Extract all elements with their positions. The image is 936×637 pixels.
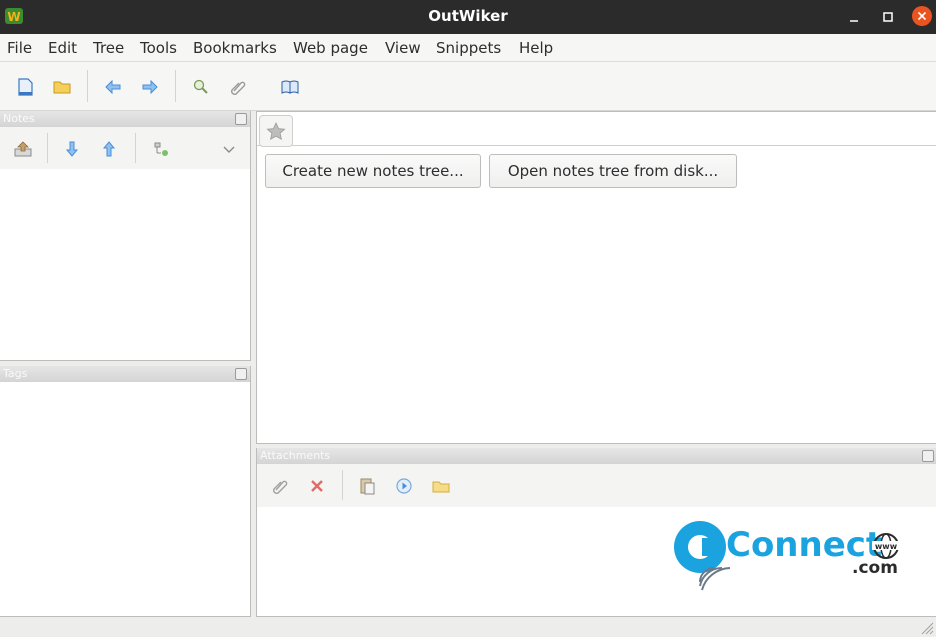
attachments-toolbar	[257, 464, 936, 507]
search-page-icon[interactable]	[191, 77, 211, 97]
main-toolbar	[0, 62, 936, 111]
tags-panel-title: Tags	[3, 367, 28, 380]
tags-panel: Tags	[0, 366, 251, 617]
star-icon	[266, 122, 286, 140]
menu-file[interactable]: File	[7, 39, 32, 57]
attachments-panel-close-icon[interactable]	[922, 450, 934, 462]
tree-add-icon[interactable]	[151, 139, 171, 159]
tags-panel-header: Tags	[0, 366, 250, 382]
move-up-icon[interactable]	[99, 139, 119, 159]
watermark-www: www	[875, 542, 898, 551]
execute-play-icon[interactable]	[394, 476, 414, 496]
paste-clipboard-icon[interactable]	[357, 476, 377, 496]
open-notes-tree-button[interactable]: Open notes tree from disk...	[489, 154, 737, 188]
minimize-icon[interactable]	[845, 8, 863, 26]
window-title: OutWiker	[428, 7, 508, 25]
tab-strip	[257, 112, 936, 147]
title-bar: W OutWiker	[0, 0, 936, 34]
menu-snippets[interactable]: Snippets	[436, 39, 501, 57]
toolbar-separator	[342, 470, 343, 500]
notes-panel-header: Notes	[0, 111, 250, 127]
tags-panel-close-icon[interactable]	[235, 368, 247, 380]
connect-watermark-logo: Connect www .com	[674, 521, 900, 591]
toolbar-separator	[135, 133, 136, 163]
move-down-icon[interactable]	[62, 139, 82, 159]
notes-panel-title: Notes	[3, 112, 35, 125]
forward-arrow-icon[interactable]	[140, 77, 160, 97]
bookmark-star-button[interactable]	[259, 115, 293, 147]
remove-x-icon[interactable]	[307, 476, 327, 496]
close-button[interactable]	[912, 6, 932, 26]
attachments-panel-header: Attachments	[257, 448, 936, 464]
menu-help[interactable]: Help	[519, 39, 553, 57]
attachments-panel-title: Attachments	[260, 449, 331, 462]
menu-edit[interactable]: Edit	[48, 39, 77, 57]
open-book-icon[interactable]	[280, 77, 300, 97]
attach-paperclip-icon[interactable]	[270, 476, 290, 496]
notes-panel-close-icon[interactable]	[235, 113, 247, 125]
menu-web-page[interactable]: Web page	[293, 39, 368, 57]
menu-tree[interactable]: Tree	[93, 39, 124, 57]
create-new-notes-tree-button[interactable]: Create new notes tree...	[265, 154, 481, 188]
menu-tools[interactable]: Tools	[140, 39, 177, 57]
attach-paperclip-icon[interactable]	[228, 77, 248, 97]
move-up-level-icon[interactable]	[13, 139, 33, 159]
watermark-suffix: .com	[852, 558, 898, 578]
menu-bookmarks[interactable]: Bookmarks	[193, 39, 277, 57]
editor-area: Create new notes tree... Open notes tree…	[256, 111, 936, 444]
maximize-icon[interactable]	[879, 8, 897, 26]
new-file-icon[interactable]	[15, 77, 35, 97]
toolbar-separator	[175, 70, 176, 102]
back-arrow-icon[interactable]	[103, 77, 123, 97]
status-bar	[0, 617, 936, 637]
menu-view[interactable]: View	[385, 39, 421, 57]
close-icon	[917, 11, 927, 21]
notes-toolbar	[0, 127, 250, 169]
notes-panel: Notes	[0, 111, 251, 361]
chevron-down-icon[interactable]	[219, 139, 239, 159]
menu-bar: File Edit Tree Tools Bookmarks Web page …	[0, 34, 936, 62]
toolbar-separator	[87, 70, 88, 102]
open-folder-icon[interactable]	[52, 77, 72, 97]
open-folder-icon[interactable]	[431, 476, 451, 496]
toolbar-separator	[47, 133, 48, 163]
resize-grip-icon[interactable]	[918, 619, 934, 635]
